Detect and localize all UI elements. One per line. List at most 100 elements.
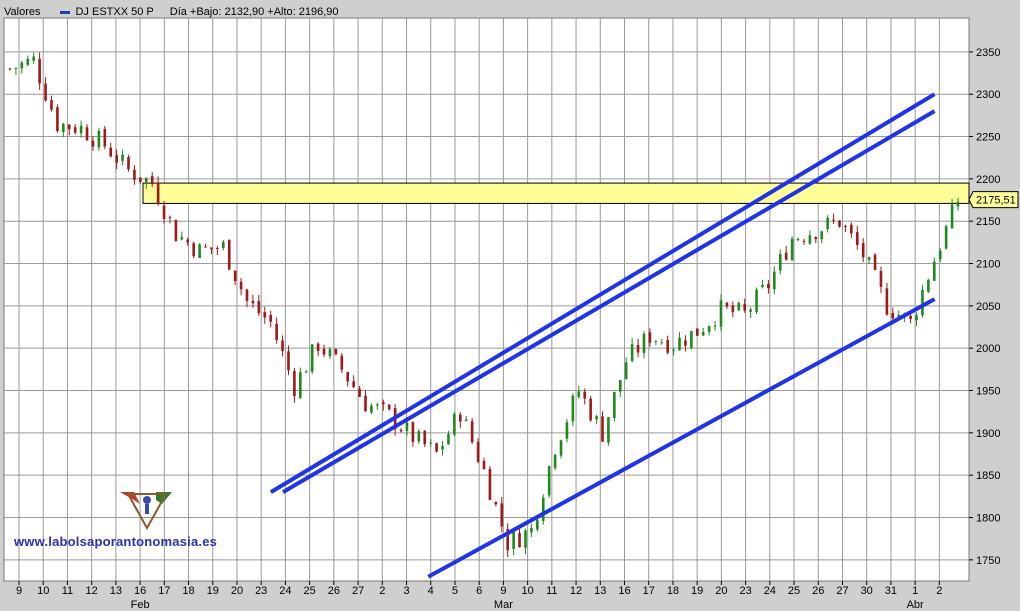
x-month-label: Feb	[131, 599, 150, 611]
candle-body	[518, 533, 521, 548]
candle-body	[826, 217, 829, 230]
y-tick-label: 2000	[976, 343, 1000, 355]
candle-body	[464, 419, 468, 421]
candle-body	[174, 220, 178, 242]
candle-body	[180, 237, 184, 240]
x-tick-label: 23	[739, 585, 751, 597]
candle-body	[867, 257, 871, 260]
x-tick-label: 30	[861, 585, 873, 597]
candle-body	[909, 315, 912, 320]
candle-body	[778, 254, 782, 271]
candle-body	[245, 289, 249, 301]
candle-body	[879, 271, 883, 287]
candle-body	[796, 239, 800, 241]
series-swatch	[60, 10, 71, 14]
candle-body	[476, 442, 480, 462]
candle-body	[761, 284, 764, 288]
candle-body	[713, 325, 717, 327]
candle-body	[293, 371, 296, 397]
candle-body	[583, 391, 587, 399]
y-tick-label: 1950	[976, 386, 1000, 398]
x-tick-label: 10	[37, 585, 49, 597]
y-tick-label: 2250	[976, 132, 1000, 144]
y-tick-label: 1900	[976, 428, 1000, 440]
candle-body	[938, 250, 942, 260]
candle-body	[133, 169, 136, 180]
candle-body	[541, 497, 545, 521]
x-tick-label: 17	[643, 585, 655, 597]
candle-body	[387, 404, 391, 410]
candle-body	[364, 395, 367, 412]
candle-body	[275, 323, 278, 340]
x-tick-label: 25	[788, 585, 800, 597]
x-tick-label: 27	[352, 585, 364, 597]
candle-body	[121, 154, 124, 161]
candle-body	[950, 204, 954, 229]
candle-body	[500, 503, 504, 527]
candle-body	[192, 243, 195, 257]
x-tick-label: 19	[207, 585, 219, 597]
last-price-tag: 2175,51	[968, 191, 1019, 209]
candle-body	[595, 416, 598, 420]
panel-label: Valores	[4, 6, 41, 18]
candle-body	[571, 395, 575, 422]
candle-body	[168, 217, 172, 219]
x-axis: 9 10 11 12 13 16 17 18 19 20 23 24 25 26 27 2 3 4 5 6 9 10 11 1…	[16, 581, 942, 611]
candle-body	[316, 343, 320, 351]
candle-body	[216, 247, 219, 249]
y-tick-label: 2350	[976, 47, 1000, 59]
candle-body	[701, 331, 705, 336]
candle-body	[784, 252, 788, 260]
candle-body	[423, 430, 427, 445]
candle-body	[648, 332, 652, 343]
x-tick-label: 6	[476, 585, 482, 597]
last-price-label: 2175,51	[976, 195, 1016, 207]
candle-body	[559, 440, 563, 456]
candle-body	[488, 469, 492, 500]
x-tick-label: 9	[16, 585, 22, 597]
resistance-zone-band	[142, 182, 970, 204]
candle-body	[844, 225, 847, 227]
x-tick-label: 19	[691, 585, 703, 597]
candle-body	[310, 344, 314, 372]
candle-body	[921, 289, 924, 316]
candle-body	[915, 315, 918, 321]
candle-body	[524, 530, 527, 548]
candle-body	[642, 333, 646, 353]
candle-body	[299, 372, 302, 398]
x-tick-label: 2	[936, 585, 942, 597]
candle-body	[328, 349, 332, 357]
candle-body	[251, 301, 255, 304]
candle-body	[139, 177, 142, 182]
candle-body	[873, 254, 877, 270]
candle-body	[281, 340, 284, 352]
candle-body	[660, 342, 664, 344]
y-axis: 1750 1800 1850 1900 1950 2000 2050 2100 2150 2200…	[969, 47, 1000, 567]
x-month-label: Mar	[494, 599, 513, 611]
candle-body	[743, 303, 746, 311]
x-tick-label: 2	[379, 585, 385, 597]
y-tick-label: 1750	[976, 555, 1000, 567]
candle-body	[459, 414, 462, 422]
x-tick-label: 16	[618, 585, 630, 597]
candle-body	[855, 232, 859, 245]
candle-body	[885, 288, 889, 315]
candle-body	[707, 326, 711, 333]
candle-body	[607, 417, 610, 443]
candle-body	[346, 372, 350, 382]
candle-body	[381, 402, 385, 405]
candle-body	[891, 312, 895, 319]
candle-body	[861, 243, 865, 258]
candle-body	[109, 147, 113, 157]
y-tick-label: 2150	[976, 216, 1000, 228]
y-tick-label: 2200	[976, 174, 1000, 186]
candle-body	[144, 178, 148, 183]
candle-body	[62, 123, 65, 132]
candle-body	[565, 422, 569, 439]
candle-body	[227, 239, 231, 270]
candle-body	[624, 362, 628, 380]
candle-body	[512, 532, 515, 549]
candle-body	[352, 381, 355, 388]
candle-body	[85, 127, 89, 141]
candle-body	[162, 205, 166, 219]
